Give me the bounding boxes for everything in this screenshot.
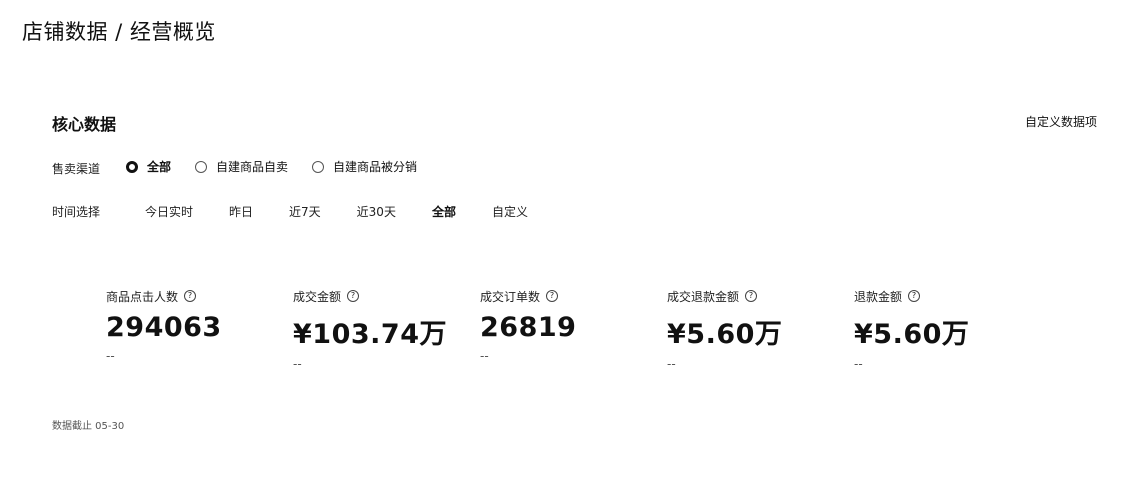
metric-card: 成交金额 ? ¥103.74万 -- bbox=[293, 288, 480, 372]
metric-value: ¥5.60万 bbox=[854, 319, 970, 350]
question-icon[interactable]: ? bbox=[745, 290, 758, 302]
metric-compare: -- bbox=[480, 349, 489, 363]
radio-unchecked-icon bbox=[195, 160, 208, 173]
metric-label: 商品点击人数 bbox=[106, 289, 179, 304]
metric-label-row: 退款金额 ? bbox=[854, 288, 1041, 304]
metric-label-row: 成交订单数 ? bbox=[480, 288, 667, 304]
radio-checked-icon bbox=[126, 160, 138, 173]
metric-label: 成交金额 bbox=[293, 289, 342, 304]
question-icon[interactable]: ? bbox=[347, 290, 360, 302]
time-option-today[interactable]: 今日实时 bbox=[145, 203, 193, 220]
metric-card: 成交退款金额 ? ¥5.60万 -- bbox=[667, 288, 854, 372]
metric-label-row: 成交退款金额 ? bbox=[667, 288, 854, 304]
time-filter-group: 今日实时 昨日 近7天 近30天 全部 自定义 bbox=[145, 203, 564, 220]
metric-label-row: 商品点击人数 ? bbox=[106, 288, 293, 304]
time-option-all[interactable]: 全部 bbox=[432, 203, 456, 220]
channel-label: 售卖渠道 bbox=[52, 162, 101, 176]
time-option-30days[interactable]: 近30天 bbox=[357, 203, 396, 220]
channel-radio-group: 全部 自建商品自卖 自建商品被分销 bbox=[126, 158, 441, 175]
metric-compare: -- bbox=[106, 349, 115, 363]
metric-value: ¥103.74万 bbox=[293, 319, 447, 350]
metric-value: 294063 bbox=[106, 312, 222, 343]
metric-card: 退款金额 ? ¥5.60万 -- bbox=[854, 288, 1041, 372]
metric-label-row: 成交金额 ? bbox=[293, 288, 480, 304]
channel-option-label: 全部 bbox=[147, 160, 172, 174]
time-option-yesterday[interactable]: 昨日 bbox=[229, 203, 253, 220]
question-icon[interactable]: ? bbox=[908, 290, 921, 302]
data-cutoff-note: 数据截止 05-30 bbox=[52, 421, 125, 432]
metric-compare: -- bbox=[854, 357, 863, 371]
channel-option-self-sell[interactable]: 自建商品自卖 bbox=[195, 158, 288, 175]
channel-option-label: 自建商品自卖 bbox=[216, 160, 289, 174]
time-option-7days[interactable]: 近7天 bbox=[289, 203, 321, 220]
metric-label: 成交退款金额 bbox=[667, 289, 740, 304]
metric-compare: -- bbox=[293, 357, 302, 371]
metric-label: 退款金额 bbox=[854, 289, 903, 304]
metric-label: 成交订单数 bbox=[480, 289, 541, 304]
question-icon[interactable]: ? bbox=[184, 290, 197, 302]
page-title: 店铺数据 / 经营概览 bbox=[22, 20, 216, 44]
question-icon[interactable]: ? bbox=[546, 290, 559, 302]
metric-value: ¥5.60万 bbox=[667, 319, 783, 350]
time-label: 时间选择 bbox=[52, 205, 101, 219]
metrics-row: 商品点击人数 ? 294063 -- 成交金额 ? ¥103.74万 -- 成交… bbox=[106, 288, 1041, 372]
time-option-custom[interactable]: 自定义 bbox=[492, 203, 528, 220]
customize-metrics-link[interactable]: 自定义数据项 bbox=[1025, 113, 1097, 130]
channel-option-label: 自建商品被分销 bbox=[333, 160, 418, 174]
channel-option-all[interactable]: 全部 bbox=[126, 158, 171, 175]
metric-card: 成交订单数 ? 26819 -- bbox=[480, 288, 667, 371]
section-title: 核心数据 bbox=[52, 115, 117, 134]
metric-compare: -- bbox=[667, 357, 676, 371]
metric-value: 26819 bbox=[480, 312, 577, 343]
channel-option-distributed[interactable]: 自建商品被分销 bbox=[312, 158, 417, 175]
radio-unchecked-icon bbox=[312, 160, 325, 173]
metric-card: 商品点击人数 ? 294063 -- bbox=[106, 288, 293, 371]
